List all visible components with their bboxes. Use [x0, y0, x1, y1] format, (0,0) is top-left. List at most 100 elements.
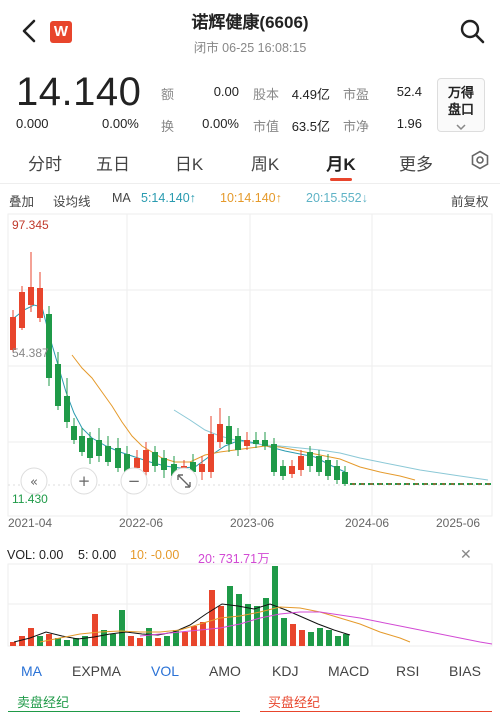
pe-value: 52.4 [396, 84, 422, 99]
tab-bias[interactable]: BIAS [449, 663, 481, 679]
shares-value: 4.49亿 [291, 87, 330, 102]
volume-bar [119, 610, 125, 646]
x-tick: 2025-06 [436, 516, 480, 530]
overlay-button[interactable]: 叠加 [9, 191, 34, 210]
volume-bar [191, 626, 197, 646]
tab-amo[interactable]: AMO [209, 663, 241, 679]
adjust-mode[interactable]: 前复权 [451, 191, 489, 210]
ma10-value: 10:14.140↑ [220, 191, 282, 205]
volume-bar [146, 628, 152, 646]
zoom-in-button[interactable]: + [70, 467, 98, 495]
candle-body [55, 364, 61, 406]
candle-body [316, 456, 322, 472]
kline-chart[interactable]: 97.345 54.387 11.430 « + − 2021-04 2022-… [0, 210, 500, 540]
candle-body [217, 424, 223, 442]
volume-bar [343, 634, 349, 646]
candle-body [19, 292, 25, 328]
amount-value: 0.00 [213, 84, 239, 99]
sell-broker-label[interactable]: 卖盘经纪 [17, 692, 69, 711]
set-ma-button[interactable]: 设均线 [53, 191, 91, 210]
candle-body [199, 464, 205, 472]
svg-text:«: « [30, 475, 38, 490]
tab-rsi[interactable]: RSI [396, 663, 419, 679]
turnover-label: 换 [161, 119, 175, 134]
price-change-pct: 0.00% [102, 116, 139, 131]
tab-monthly-k[interactable]: 月K [311, 150, 371, 175]
volume-bar [37, 636, 43, 646]
candle-body [71, 426, 77, 440]
candle-body [37, 288, 43, 318]
tab-ma[interactable]: MA [21, 663, 42, 679]
turnover-value: 0.00% [202, 116, 239, 131]
buy-broker-label[interactable]: 买盘经纪 [268, 692, 320, 711]
search-icon[interactable] [459, 18, 485, 44]
x-tick: 2024-06 [345, 516, 389, 530]
candle-body [307, 452, 313, 466]
x-tick: 2022-06 [119, 516, 163, 530]
tab-vol[interactable]: VOL [151, 663, 179, 679]
volume-bar [64, 640, 70, 646]
volume-bar [308, 632, 314, 646]
wande-line2: 盘口 [447, 102, 474, 117]
candle-body [262, 440, 268, 446]
candle-body [244, 440, 250, 446]
buy-divider [260, 711, 492, 712]
settings-gear-icon[interactable] [470, 150, 490, 170]
volume-bar [10, 642, 16, 646]
fullscreen-button[interactable] [170, 467, 198, 495]
volume-bar [128, 636, 134, 646]
candle-body [342, 472, 348, 484]
candle-body [280, 466, 286, 476]
amount-label: 额 [161, 87, 175, 102]
candle-body [152, 452, 158, 466]
ma5-value: 5:14.140↑ [141, 191, 196, 205]
zoom-out-button[interactable]: − [120, 467, 148, 495]
tab-five-day[interactable]: 五日 [83, 150, 143, 175]
volume-bar [245, 604, 251, 646]
price-change: 0.000 [16, 116, 49, 131]
mktcap-value: 63.5亿 [291, 119, 330, 134]
shares-label: 股本 [253, 87, 280, 102]
candle-body [64, 396, 70, 422]
candle-body [226, 426, 232, 444]
x-tick: 2023-06 [230, 516, 274, 530]
candle-body [134, 458, 140, 468]
candle-body [325, 460, 331, 476]
candle-body [87, 438, 93, 458]
low-price-label: 11.430 [12, 492, 48, 506]
volume-bar [299, 630, 305, 646]
period-tabs: 分时 五日 日K 周K 月K 更多 [0, 142, 500, 184]
candle-body [96, 440, 102, 456]
tab-macd[interactable]: MACD [328, 663, 369, 679]
candle-body [289, 466, 295, 474]
volume-bar [155, 638, 161, 646]
tab-expma[interactable]: EXPMA [72, 663, 121, 679]
volume-bar [110, 634, 116, 646]
volume-bar [236, 594, 242, 646]
svg-text:+: + [78, 472, 91, 490]
tab-intraday[interactable]: 分时 [15, 150, 75, 175]
tab-daily-k[interactable]: 日K [159, 150, 219, 175]
indicator-tabs: MA EXPMA VOL AMO KDJ MACD RSI BIAS [0, 658, 500, 684]
tab-weekly-k[interactable]: 周K [235, 150, 295, 175]
candle-body [28, 287, 34, 305]
ma20-value: 20:15.552↓ [306, 191, 368, 205]
wande-depth-button[interactable]: 万得 盘口 [437, 78, 485, 132]
volume-bar [218, 606, 224, 646]
scroll-left-button[interactable]: « [20, 467, 48, 495]
volume-chart[interactable] [0, 562, 500, 650]
mktcap-label: 市值 [253, 119, 280, 134]
tab-more[interactable]: 更多 [386, 150, 446, 175]
volume-bar [200, 622, 206, 646]
close-icon[interactable]: ✕ [460, 546, 472, 563]
mid-price-label: 54.387 [12, 346, 49, 360]
tab-kdj[interactable]: KDJ [272, 663, 298, 679]
volume-bar [209, 590, 215, 646]
volume-bar [290, 624, 296, 646]
active-tab-indicator [330, 178, 352, 181]
candle-body [105, 446, 111, 462]
vol-ma5: 5: 0.00 [78, 548, 117, 562]
candle-body [298, 456, 304, 470]
candle-body [161, 458, 167, 470]
pe-label: 市盈 [343, 87, 370, 102]
